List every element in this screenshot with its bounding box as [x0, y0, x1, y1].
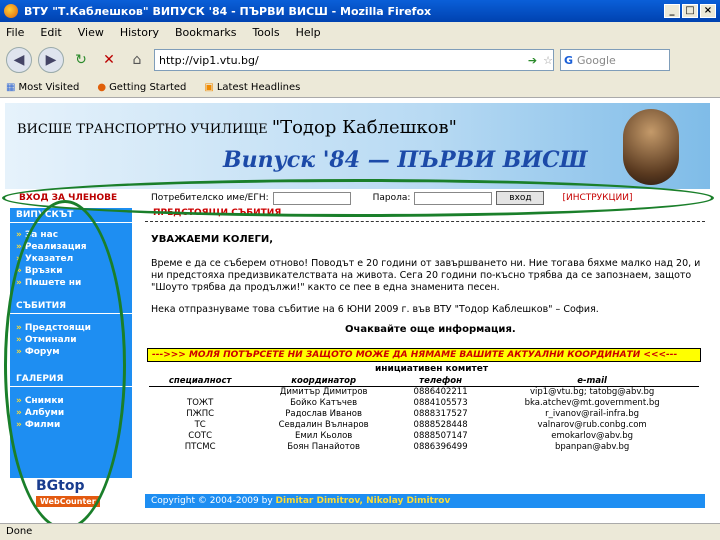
more-info-text: Очаквайте още информация.	[345, 324, 516, 335]
search-box[interactable]: G Google	[560, 49, 670, 71]
event-paragraph: Нека отпразнуваме това събитие на 6 ЮНИ …	[151, 304, 599, 315]
navigation-toolbar: ◀ ▶ ↻ ✕ ⌂ http://vip1.vtu.bg/ ➔ ☆ G Goog…	[0, 42, 720, 78]
back-icon[interactable]: ◀	[6, 47, 32, 73]
table-row: ТС Севдалин Вълнаров 0888528448 valnarov@ru…	[194, 420, 647, 430]
bookmarks-toolbar: ▦ Most Visited ● Getting Started ▣ Latest H…	[0, 78, 720, 98]
contacts-table: специалност координатор телефон e-mail Д…	[149, 376, 699, 453]
highlight-ellipse-login	[2, 179, 714, 217]
rss-icon: ▣	[204, 82, 214, 93]
copyright-text: Copyright © 2004-2009 by	[151, 496, 276, 506]
menu-view[interactable]: View	[78, 26, 104, 39]
bookmark-most-visited[interactable]: ▦ Most Visited	[6, 82, 79, 93]
column-header: e-mail	[485, 376, 699, 387]
google-icon[interactable]: G	[564, 54, 573, 67]
maximize-button[interactable]: □	[682, 4, 698, 18]
highlight-ellipse-sidebar	[4, 200, 126, 530]
menu-bookmarks[interactable]: Bookmarks	[175, 26, 236, 39]
menu-history[interactable]: History	[120, 26, 159, 39]
menu-bar: File Edit View History Bookmarks Tools H…	[0, 22, 720, 42]
table-row: СОТС Емил Кьолов 0888507147 emokarlov@abv.b…	[188, 431, 633, 441]
committee-title: инициативен комитет	[375, 364, 489, 374]
reload-icon[interactable]: ↻	[70, 49, 92, 71]
menu-edit[interactable]: Edit	[40, 26, 61, 39]
firefox-small-icon: ●	[97, 82, 107, 93]
table-row: ПЖПС Радослав Иванов 0888317527 r_ivanov@ra…	[186, 409, 640, 419]
site-banner: ВИСШЕ ТРАНСПОРТНО УЧИЛИЩЕ "Тодор Каблешк…	[5, 103, 710, 189]
minimize-button[interactable]: _	[664, 4, 680, 18]
firefox-icon	[4, 4, 18, 18]
stop-icon[interactable]: ✕	[98, 49, 120, 71]
greeting: УВАЖАЕМИ КОЛЕГИ,	[151, 234, 274, 245]
window-title: ВТУ "Т.Каблешков" ВИПУСК '84 - ПЪРВИ ВИС…	[24, 4, 432, 18]
status-bar: Done	[0, 523, 720, 540]
forward-icon[interactable]: ▶	[38, 47, 64, 73]
bookmark-label: Getting Started	[109, 82, 187, 93]
menu-tools[interactable]: Tools	[252, 26, 279, 39]
bookmark-getting-started[interactable]: ● Getting Started	[97, 82, 186, 93]
star-icon[interactable]: ☆	[543, 54, 553, 67]
window-titlebar: ВТУ "Т.Каблешков" ВИПУСК '84 - ПЪРВИ ВИС…	[0, 0, 720, 22]
intro-paragraph: Време е да се съберем отново! Поводът е …	[151, 258, 701, 293]
warning-banner: --->>> МОЛЯ ПОТЪРСЕТЕ НИ ЗАЩОТО МОЖЕ ДА …	[147, 348, 701, 362]
table-row: ТОЖТ Бойко Катъчев 0884105573 bka.atchev@mt…	[187, 398, 660, 408]
class-title: Випуск '84 — ПЪРВИ ВИСШ	[223, 147, 588, 173]
home-icon[interactable]: ⌂	[126, 49, 148, 71]
authors-link[interactable]: Dimitar Dimitrov, Nikolay Dimitrov	[276, 496, 451, 506]
menu-file[interactable]: File	[6, 26, 24, 39]
main-content: ПРЕДСТОЯЩИ СЪБИТИЯ УВАЖАЕМИ КОЛЕГИ, Врем…	[145, 208, 705, 473]
column-header: специалност	[149, 376, 252, 387]
table-row: ПТСМС Боян Панайотов 0886396499 bpanpan@abv…	[184, 442, 630, 452]
address-bar[interactable]: http://vip1.vtu.bg/ ➔ ☆	[154, 49, 554, 71]
search-placeholder: Google	[577, 53, 616, 67]
school-title: "Тодор Каблешков"	[271, 117, 457, 138]
table-row: Димитър Димитров 0886402211 vip1@vtu.bg; t…	[279, 387, 655, 397]
menu-help[interactable]: Help	[296, 26, 321, 39]
close-button[interactable]: ×	[700, 4, 716, 18]
url-value: http://vip1.vtu.bg/	[159, 53, 259, 67]
school-name: ВИСШЕ ТРАНСПОРТНО УЧИЛИЩЕ "Тодор Каблешк…	[17, 117, 457, 138]
column-header: телефон	[395, 376, 486, 387]
page-footer: Copyright © 2004-2009 by Dimitar Dimitro…	[145, 494, 705, 508]
bookmark-icon: ▦	[6, 82, 16, 93]
bookmark-label: Most Visited	[18, 82, 80, 93]
school-prefix: ВИСШЕ ТРАНСПОРТНО УЧИЛИЩЕ	[17, 122, 272, 137]
portrait-image	[623, 109, 679, 185]
go-arrow-icon[interactable]: ➔	[528, 54, 537, 67]
column-header: координатор	[251, 376, 396, 387]
bookmark-latest-headlines[interactable]: ▣ Latest Headlines	[204, 82, 300, 93]
bookmark-label: Latest Headlines	[216, 82, 301, 93]
